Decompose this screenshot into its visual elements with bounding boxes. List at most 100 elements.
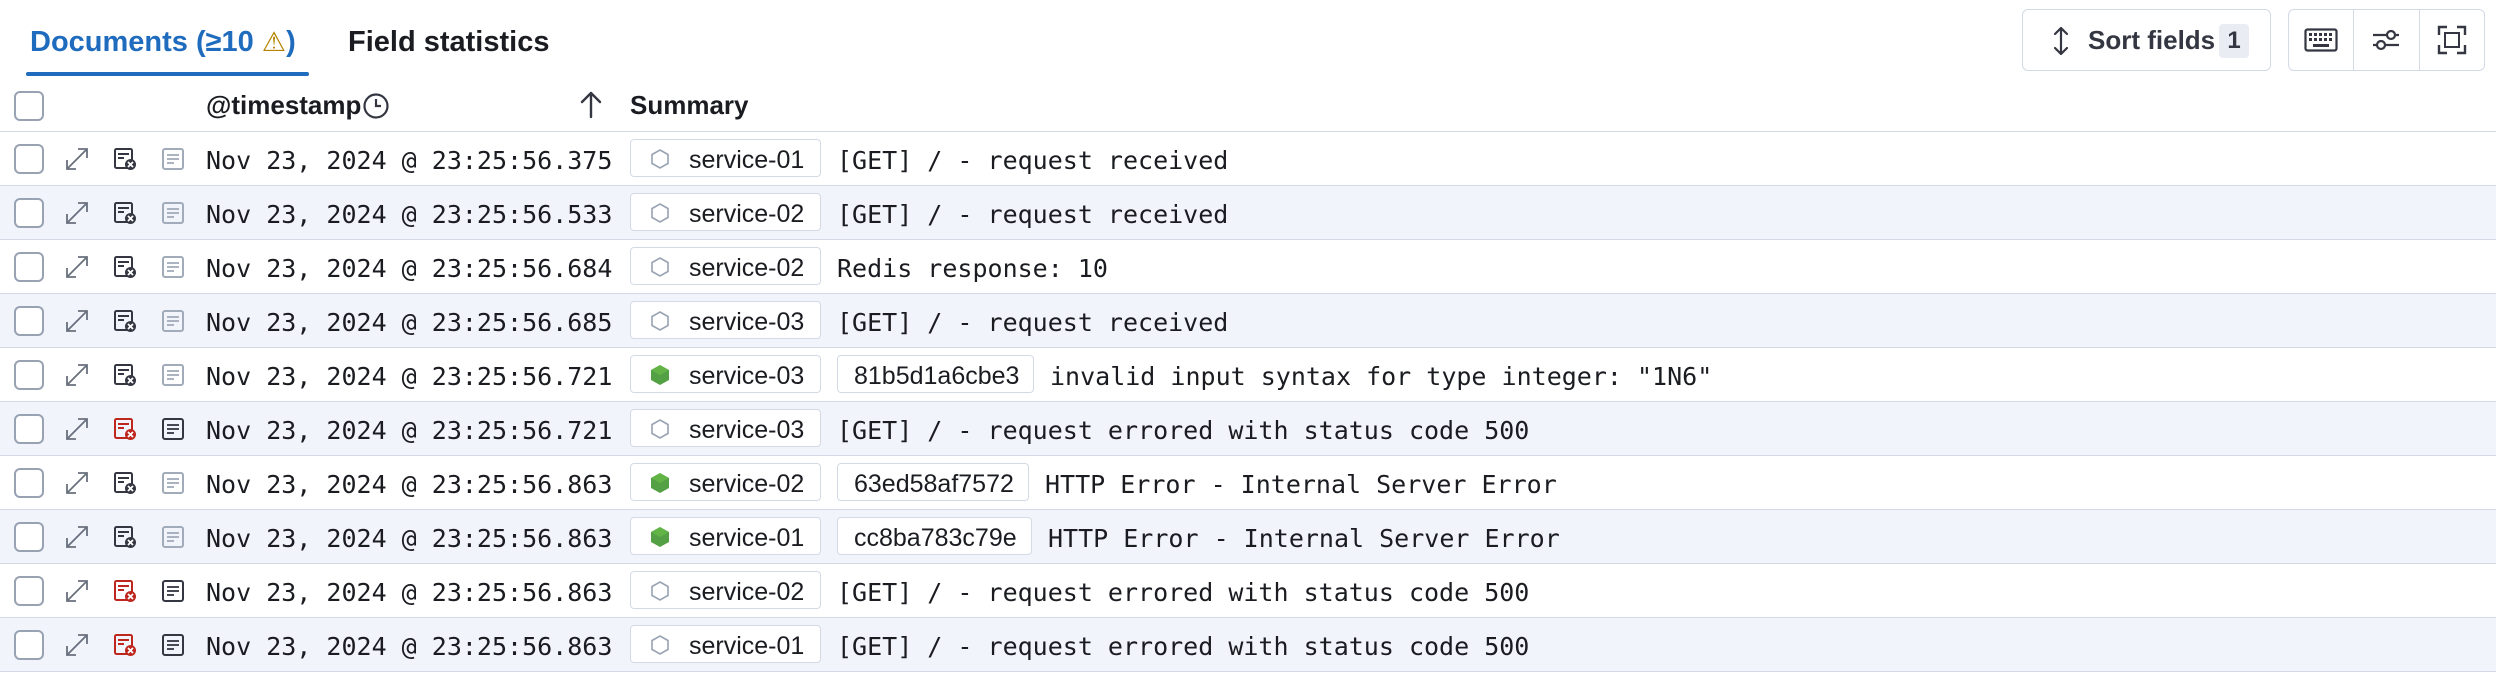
stacktrace-icon[interactable] (160, 308, 186, 339)
service-name-text: service-03 (689, 362, 805, 390)
degraded-docs-icon[interactable] (112, 632, 138, 663)
row-message: HTTP Error - Internal Server Error (1045, 470, 1557, 499)
row-timestamp: Nov 23, 2024 @ 23:25:56.863 (206, 524, 613, 553)
expand-row-icon[interactable] (64, 416, 90, 447)
expand-row-icon[interactable] (64, 578, 90, 609)
service-name-text: service-01 (689, 146, 805, 174)
degraded-docs-icon[interactable] (112, 578, 138, 609)
expand-row-icon[interactable] (64, 254, 90, 285)
table-row: Nov 23, 2024 @ 23:25:56.684 service-02 Red… (0, 240, 2496, 294)
table-row: Nov 23, 2024 @ 23:25:56.863 service-01 cc8… (0, 510, 2496, 564)
tab-documents[interactable]: Documents (≥10 ⚠) (30, 18, 296, 66)
sort-arrows-icon (2053, 26, 2069, 56)
nodejs-icon (649, 364, 671, 391)
service-name-text: service-02 (689, 200, 805, 228)
display-settings-button[interactable] (2353, 10, 2418, 70)
keyboard-icon (2304, 28, 2338, 52)
service-name-badge[interactable]: service-02 (630, 247, 821, 285)
active-tab-indicator (26, 72, 309, 76)
expand-row-icon[interactable] (64, 632, 90, 663)
expand-row-icon[interactable] (64, 362, 90, 393)
row-select-checkbox[interactable] (14, 630, 44, 660)
trace-id-badge[interactable]: cc8ba783c79e (837, 517, 1032, 555)
row-select-checkbox[interactable] (14, 360, 44, 390)
row-select-checkbox[interactable] (14, 468, 44, 498)
expand-row-icon[interactable] (64, 524, 90, 555)
tab-documents-close: ) (286, 26, 296, 58)
grid-controls (2288, 9, 2485, 71)
degraded-docs-icon[interactable] (112, 200, 138, 231)
trace-id-text: 81b5d1a6cbe3 (854, 362, 1020, 390)
stacktrace-icon[interactable] (160, 200, 186, 231)
tab-field-statistics[interactable]: Field statistics (348, 18, 549, 66)
stacktrace-icon[interactable] (160, 362, 186, 393)
row-select-checkbox[interactable] (14, 144, 44, 174)
row-timestamp: Nov 23, 2024 @ 23:25:56.684 (206, 254, 613, 283)
stacktrace-icon[interactable] (160, 470, 186, 501)
degraded-docs-icon[interactable] (112, 254, 138, 285)
row-select-checkbox[interactable] (14, 576, 44, 606)
stacktrace-icon[interactable] (160, 632, 186, 663)
row-select-checkbox[interactable] (14, 252, 44, 282)
fullscreen-button[interactable] (2418, 10, 2484, 70)
service-name-text: service-03 (689, 308, 805, 336)
expand-row-icon[interactable] (64, 200, 90, 231)
stacktrace-icon[interactable] (160, 524, 186, 555)
sort-fields-count-badge: 1 (2219, 24, 2249, 58)
table-row: Nov 23, 2024 @ 23:25:56.863 service-02 63e… (0, 456, 2496, 510)
row-timestamp: Nov 23, 2024 @ 23:25:56.721 (206, 416, 613, 445)
row-select-checkbox[interactable] (14, 522, 44, 552)
table-row: Nov 23, 2024 @ 23:25:56.863 service-01 [GE… (0, 618, 2496, 672)
trace-id-text: cc8ba783c79e (854, 524, 1017, 552)
row-message: [GET] / - request received (837, 308, 1229, 337)
nodejs-icon (649, 526, 671, 553)
service-name-badge[interactable]: service-01 (630, 139, 821, 177)
degraded-docs-icon[interactable] (112, 146, 138, 177)
sort-ascending-icon[interactable] (578, 90, 604, 120)
service-name-text: service-02 (689, 254, 805, 282)
stacktrace-icon[interactable] (160, 146, 186, 177)
degraded-docs-icon[interactable] (112, 308, 138, 339)
service-name-badge[interactable]: service-03 (630, 355, 821, 393)
grid-header-row: @timestamp Summary (0, 82, 2496, 132)
service-name-badge[interactable]: service-03 (630, 409, 821, 447)
row-message: [GET] / - request errored with status co… (837, 632, 1530, 661)
row-select-checkbox[interactable] (14, 414, 44, 444)
degraded-docs-icon[interactable] (112, 416, 138, 447)
service-name-badge[interactable]: service-01 (630, 517, 821, 555)
service-name-badge[interactable]: service-02 (630, 193, 821, 231)
degraded-docs-icon[interactable] (112, 524, 138, 555)
sort-fields-button[interactable]: Sort fields 1 (2022, 9, 2271, 71)
sort-fields-label: Sort fields (2088, 25, 2216, 55)
column-header-summary[interactable]: Summary (630, 90, 749, 121)
service-name-badge[interactable]: service-02 (630, 463, 821, 501)
degraded-docs-icon[interactable] (112, 470, 138, 501)
keyboard-shortcuts-button[interactable] (2289, 10, 2353, 70)
trace-id-badge[interactable]: 81b5d1a6cbe3 (837, 355, 1034, 393)
row-message: [GET] / - request received (837, 200, 1229, 229)
service-name-badge[interactable]: service-02 (630, 571, 821, 609)
stacktrace-icon[interactable] (160, 254, 186, 285)
select-all-checkbox[interactable] (14, 91, 44, 121)
expand-row-icon[interactable] (64, 146, 90, 177)
row-message: invalid input syntax for type integer: "… (1050, 362, 1713, 391)
nodejs-icon (649, 472, 671, 499)
degraded-docs-icon[interactable] (112, 362, 138, 393)
stacktrace-icon[interactable] (160, 578, 186, 609)
row-select-checkbox[interactable] (14, 306, 44, 336)
service-name-badge[interactable]: service-01 (630, 625, 821, 663)
row-message: [GET] / - request received (837, 146, 1229, 175)
row-message: [GET] / - request errored with status co… (837, 416, 1530, 445)
service-hexagon-icon (649, 148, 671, 175)
sliders-icon (2373, 29, 2400, 51)
expand-row-icon[interactable] (64, 470, 90, 501)
trace-id-badge[interactable]: 63ed58af7572 (837, 463, 1029, 501)
row-timestamp: Nov 23, 2024 @ 23:25:56.375 (206, 146, 613, 175)
service-name-text: service-01 (689, 632, 805, 660)
service-name-badge[interactable]: service-03 (630, 301, 821, 339)
row-select-checkbox[interactable] (14, 198, 44, 228)
row-timestamp: Nov 23, 2024 @ 23:25:56.863 (206, 632, 613, 661)
column-header-timestamp[interactable]: @timestamp (206, 90, 361, 121)
stacktrace-icon[interactable] (160, 416, 186, 447)
expand-row-icon[interactable] (64, 308, 90, 339)
